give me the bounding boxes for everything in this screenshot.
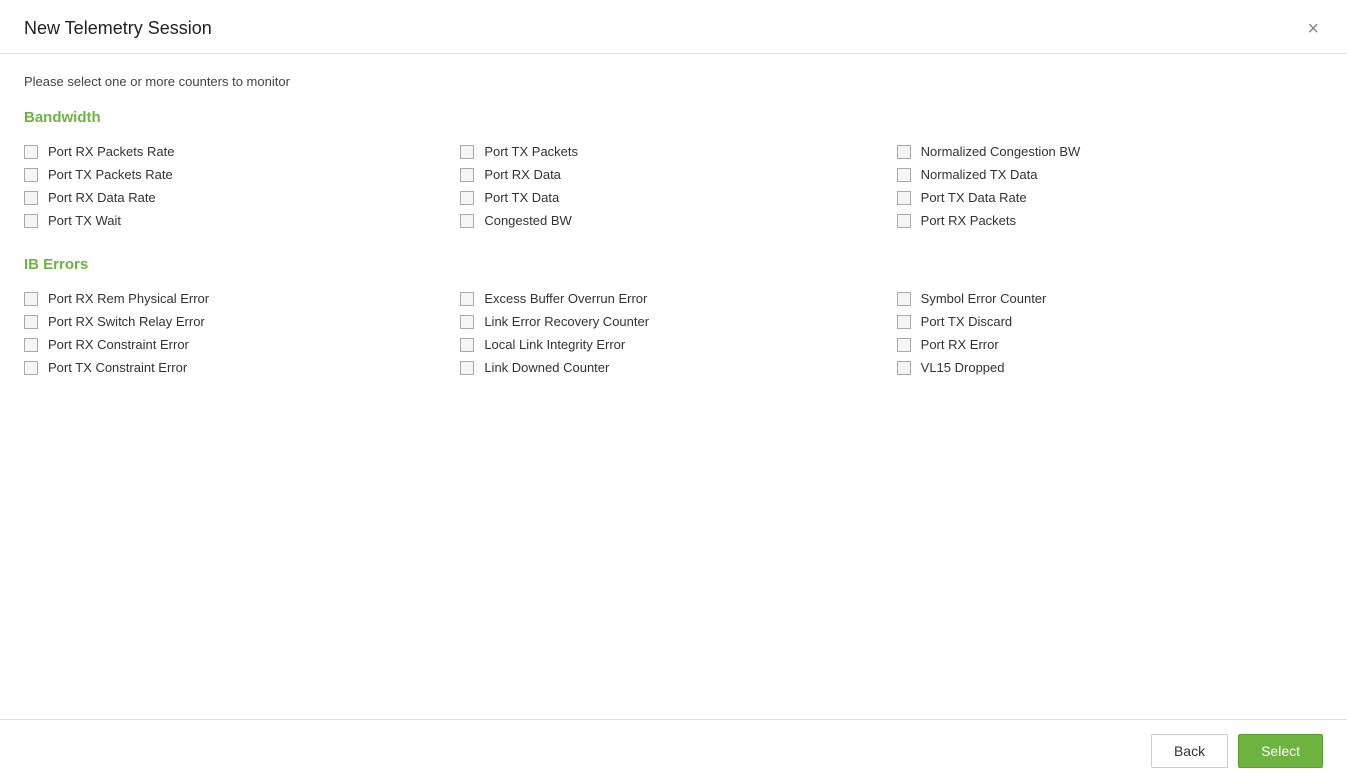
label-vl15-dropped[interactable]: VL15 Dropped — [921, 360, 1005, 375]
checkbox-port-rx-data[interactable] — [460, 168, 474, 182]
bandwidth-grid: Port RX Packets Rate Port TX Packets Rat… — [24, 140, 1323, 232]
list-item: Port RX Packets Rate — [24, 140, 450, 163]
list-item: Congested BW — [460, 209, 886, 232]
label-port-rx-packets-rate[interactable]: Port RX Packets Rate — [48, 144, 174, 159]
dialog-header: New Telemetry Session × — [0, 0, 1347, 54]
checkbox-normalized-congestion-bw[interactable] — [897, 145, 911, 159]
label-port-rx-constraint-error[interactable]: Port RX Constraint Error — [48, 337, 189, 352]
checkbox-port-tx-data[interactable] — [460, 191, 474, 205]
section-title-ib-errors: IB Errors — [24, 256, 1323, 273]
list-item: Link Downed Counter — [460, 356, 886, 379]
label-excess-buffer-overrun-error[interactable]: Excess Buffer Overrun Error — [484, 291, 647, 306]
list-item: Port RX Data Rate — [24, 186, 450, 209]
ib-errors-col-3: Symbol Error Counter Port TX Discard Por… — [897, 287, 1323, 379]
label-port-tx-data-rate[interactable]: Port TX Data Rate — [921, 190, 1027, 205]
list-item: Excess Buffer Overrun Error — [460, 287, 886, 310]
label-port-rx-rem-physical-error[interactable]: Port RX Rem Physical Error — [48, 291, 209, 306]
checkbox-port-rx-error[interactable] — [897, 338, 911, 352]
list-item: Port TX Packets Rate — [24, 163, 450, 186]
list-item: Port TX Packets — [460, 140, 886, 163]
checkbox-vl15-dropped[interactable] — [897, 361, 911, 375]
list-item: Symbol Error Counter — [897, 287, 1323, 310]
label-port-tx-discard[interactable]: Port TX Discard — [921, 314, 1013, 329]
list-item: Port RX Packets — [897, 209, 1323, 232]
checkbox-port-rx-constraint-error[interactable] — [24, 338, 38, 352]
checkbox-link-downed-counter[interactable] — [460, 361, 474, 375]
checkbox-port-rx-packets-rate[interactable] — [24, 145, 38, 159]
list-item: Port TX Wait — [24, 209, 450, 232]
checkbox-port-rx-rem-physical-error[interactable] — [24, 292, 38, 306]
label-port-tx-packets[interactable]: Port TX Packets — [484, 144, 578, 159]
ib-errors-col-2: Excess Buffer Overrun Error Link Error R… — [460, 287, 886, 379]
select-button[interactable]: Select — [1238, 734, 1323, 768]
checkbox-local-link-integrity-error[interactable] — [460, 338, 474, 352]
list-item: Port RX Switch Relay Error — [24, 310, 450, 333]
list-item: Link Error Recovery Counter — [460, 310, 886, 333]
bandwidth-col-3: Normalized Congestion BW Normalized TX D… — [897, 140, 1323, 232]
label-port-tx-packets-rate[interactable]: Port TX Packets Rate — [48, 167, 173, 182]
label-congested-bw[interactable]: Congested BW — [484, 213, 571, 228]
dialog: New Telemetry Session × Please select on… — [0, 0, 1347, 782]
dialog-footer: Back Select — [0, 719, 1347, 782]
label-port-rx-data[interactable]: Port RX Data — [484, 167, 561, 182]
dialog-body: Please select one or more counters to mo… — [0, 54, 1347, 719]
label-port-rx-packets[interactable]: Port RX Packets — [921, 213, 1016, 228]
label-link-error-recovery-counter[interactable]: Link Error Recovery Counter — [484, 314, 649, 329]
list-item: Port TX Data — [460, 186, 886, 209]
list-item: Normalized Congestion BW — [897, 140, 1323, 163]
section-title-bandwidth: Bandwidth — [24, 109, 1323, 126]
label-port-tx-constraint-error[interactable]: Port TX Constraint Error — [48, 360, 187, 375]
dialog-overlay: New Telemetry Session × Please select on… — [0, 0, 1347, 782]
list-item: VL15 Dropped — [897, 356, 1323, 379]
checkbox-symbol-error-counter[interactable] — [897, 292, 911, 306]
list-item: Normalized TX Data — [897, 163, 1323, 186]
back-button[interactable]: Back — [1151, 734, 1228, 768]
checkbox-port-rx-packets[interactable] — [897, 214, 911, 228]
list-item: Port TX Data Rate — [897, 186, 1323, 209]
bandwidth-col-2: Port TX Packets Port RX Data Port TX Dat… — [460, 140, 886, 232]
checkbox-port-tx-packets-rate[interactable] — [24, 168, 38, 182]
label-port-rx-switch-relay-error[interactable]: Port RX Switch Relay Error — [48, 314, 205, 329]
ib-errors-grid: Port RX Rem Physical Error Port RX Switc… — [24, 287, 1323, 379]
checkbox-port-tx-constraint-error[interactable] — [24, 361, 38, 375]
checkbox-port-rx-data-rate[interactable] — [24, 191, 38, 205]
list-item: Port RX Data — [460, 163, 886, 186]
label-normalized-congestion-bw[interactable]: Normalized Congestion BW — [921, 144, 1081, 159]
label-port-rx-data-rate[interactable]: Port RX Data Rate — [48, 190, 156, 205]
list-item: Port TX Discard — [897, 310, 1323, 333]
checkbox-normalized-tx-data[interactable] — [897, 168, 911, 182]
dialog-subtitle: Please select one or more counters to mo… — [24, 74, 1323, 89]
checkbox-link-error-recovery-counter[interactable] — [460, 315, 474, 329]
label-port-tx-data[interactable]: Port TX Data — [484, 190, 559, 205]
checkbox-port-tx-wait[interactable] — [24, 214, 38, 228]
checkbox-port-rx-switch-relay-error[interactable] — [24, 315, 38, 329]
list-item: Port TX Constraint Error — [24, 356, 450, 379]
label-normalized-tx-data[interactable]: Normalized TX Data — [921, 167, 1038, 182]
checkbox-port-tx-data-rate[interactable] — [897, 191, 911, 205]
checkbox-excess-buffer-overrun-error[interactable] — [460, 292, 474, 306]
list-item: Port RX Error — [897, 333, 1323, 356]
ib-errors-col-1: Port RX Rem Physical Error Port RX Switc… — [24, 287, 450, 379]
label-link-downed-counter[interactable]: Link Downed Counter — [484, 360, 609, 375]
bandwidth-col-1: Port RX Packets Rate Port TX Packets Rat… — [24, 140, 450, 232]
label-port-tx-wait[interactable]: Port TX Wait — [48, 213, 121, 228]
label-port-rx-error[interactable]: Port RX Error — [921, 337, 999, 352]
list-item: Local Link Integrity Error — [460, 333, 886, 356]
checkbox-congested-bw[interactable] — [460, 214, 474, 228]
checkbox-port-tx-packets[interactable] — [460, 145, 474, 159]
close-button[interactable]: × — [1303, 19, 1323, 39]
label-local-link-integrity-error[interactable]: Local Link Integrity Error — [484, 337, 625, 352]
list-item: Port RX Constraint Error — [24, 333, 450, 356]
label-symbol-error-counter[interactable]: Symbol Error Counter — [921, 291, 1047, 306]
dialog-title: New Telemetry Session — [24, 18, 212, 39]
list-item: Port RX Rem Physical Error — [24, 287, 450, 310]
checkbox-port-tx-discard[interactable] — [897, 315, 911, 329]
